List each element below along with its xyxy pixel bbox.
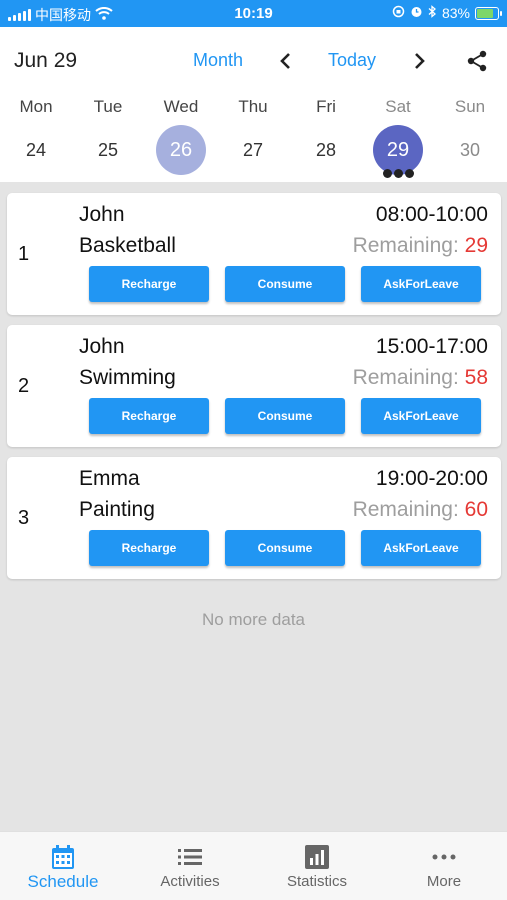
recharge-button[interactable]: Recharge (89, 398, 209, 434)
time-range: 08:00-10:00 (375, 203, 488, 226)
day-number: 30 (459, 139, 481, 160)
consume-button[interactable]: Consume (225, 266, 345, 302)
day-wed-today[interactable]: Wed 26 (145, 95, 217, 175)
person-name: John (79, 335, 125, 358)
person-name: John (79, 203, 125, 226)
nav-label: Statistics (286, 873, 347, 890)
day-number: 27 (242, 139, 264, 160)
nav-activities[interactable]: Activities (127, 832, 253, 900)
event-dots (362, 169, 434, 178)
no-more-data-label: No more data (202, 610, 305, 629)
nav-statistics[interactable]: Statistics (254, 832, 380, 900)
remaining-count: Remaining: 58 (353, 366, 488, 390)
consume-button[interactable]: Consume (225, 398, 345, 434)
chevron-left-icon[interactable] (274, 49, 298, 73)
lock-rotation-icon (392, 5, 405, 21)
day-number: 28 (315, 139, 337, 160)
remaining-label: Remaining: (352, 498, 459, 521)
remaining-value: 58 (464, 366, 488, 389)
status-bar: 中国移动 10:19 83% (0, 0, 507, 27)
bluetooth-icon (428, 5, 437, 21)
schedule-card: 2 John Swimming 15:00-17:00 Remaining: 5… (7, 325, 501, 447)
remaining-label: Remaining: (352, 234, 459, 257)
consume-button[interactable]: Consume (225, 530, 345, 566)
time-range: 15:00-17:00 (375, 335, 488, 358)
day-name: Wed (163, 97, 199, 116)
nav-more[interactable]: More (381, 832, 507, 900)
battery-percent: 83% (441, 5, 470, 21)
activity-name: Basketball (79, 234, 176, 257)
card-index: 2 (18, 375, 30, 397)
nav-label: Activities (160, 873, 220, 890)
day-name: Thu (238, 97, 268, 116)
today-button[interactable]: Today (328, 50, 376, 71)
time-range: 19:00-20:00 (375, 467, 488, 490)
remaining-value: 60 (464, 498, 488, 521)
alarm-icon (410, 5, 423, 21)
card-index: 3 (18, 507, 30, 529)
nav-label: More (426, 873, 462, 890)
day-name: Tue (93, 97, 123, 116)
chevron-right-icon[interactable] (407, 49, 431, 73)
more-dots-icon (431, 844, 457, 870)
list-icon (177, 844, 203, 870)
day-number: 24 (25, 139, 47, 160)
person-name: Emma (79, 467, 140, 490)
day-name: Sun (454, 97, 486, 116)
activity-name: Painting (79, 498, 155, 521)
day-name: Sat (385, 97, 411, 116)
day-sat-selected[interactable]: Sat 29 (362, 95, 434, 178)
day-mon[interactable]: Mon 24 (0, 95, 72, 160)
card-index: 1 (18, 243, 30, 265)
remaining-value: 29 (464, 234, 488, 257)
day-number: 25 (97, 139, 119, 160)
schedule-card: 3 Emma Painting 19:00-20:00 Remaining: 6… (7, 457, 501, 579)
calendar-header: Jun 29 Month Today Mon 24 Tue 25 Wed 26 … (0, 27, 507, 182)
activity-name: Swimming (79, 366, 176, 389)
day-fri[interactable]: Fri 28 (290, 95, 362, 160)
schedule-card: 1 John Basketball 08:00-10:00 Remaining:… (7, 193, 501, 315)
day-tue[interactable]: Tue 25 (72, 95, 144, 160)
selected-date-title: Jun 29 (14, 49, 78, 72)
remaining-label: Remaining: (352, 366, 459, 389)
remaining-count: Remaining: 29 (353, 234, 488, 258)
bottom-navigation: Schedule Activities Statistics More (0, 831, 507, 900)
nav-label: Schedule (27, 872, 99, 891)
day-name: Mon (19, 97, 53, 116)
ask-for-leave-button[interactable]: AskForLeave (361, 398, 481, 434)
month-button[interactable]: Month (193, 50, 243, 71)
recharge-button[interactable]: Recharge (89, 530, 209, 566)
day-number: 26 (169, 138, 193, 161)
nav-schedule[interactable]: Schedule (0, 832, 126, 900)
bar-chart-icon (304, 844, 330, 870)
day-sun[interactable]: Sun 30 (434, 95, 506, 160)
share-icon[interactable] (465, 49, 489, 73)
battery-icon (475, 6, 502, 20)
recharge-button[interactable]: Recharge (89, 266, 209, 302)
ask-for-leave-button[interactable]: AskForLeave (361, 266, 481, 302)
calendar-icon (50, 844, 76, 870)
day-thu[interactable]: Thu 27 (217, 95, 289, 160)
ask-for-leave-button[interactable]: AskForLeave (361, 530, 481, 566)
day-name: Fri (316, 97, 336, 116)
remaining-count: Remaining: 60 (353, 498, 488, 522)
day-number: 29 (386, 138, 410, 161)
